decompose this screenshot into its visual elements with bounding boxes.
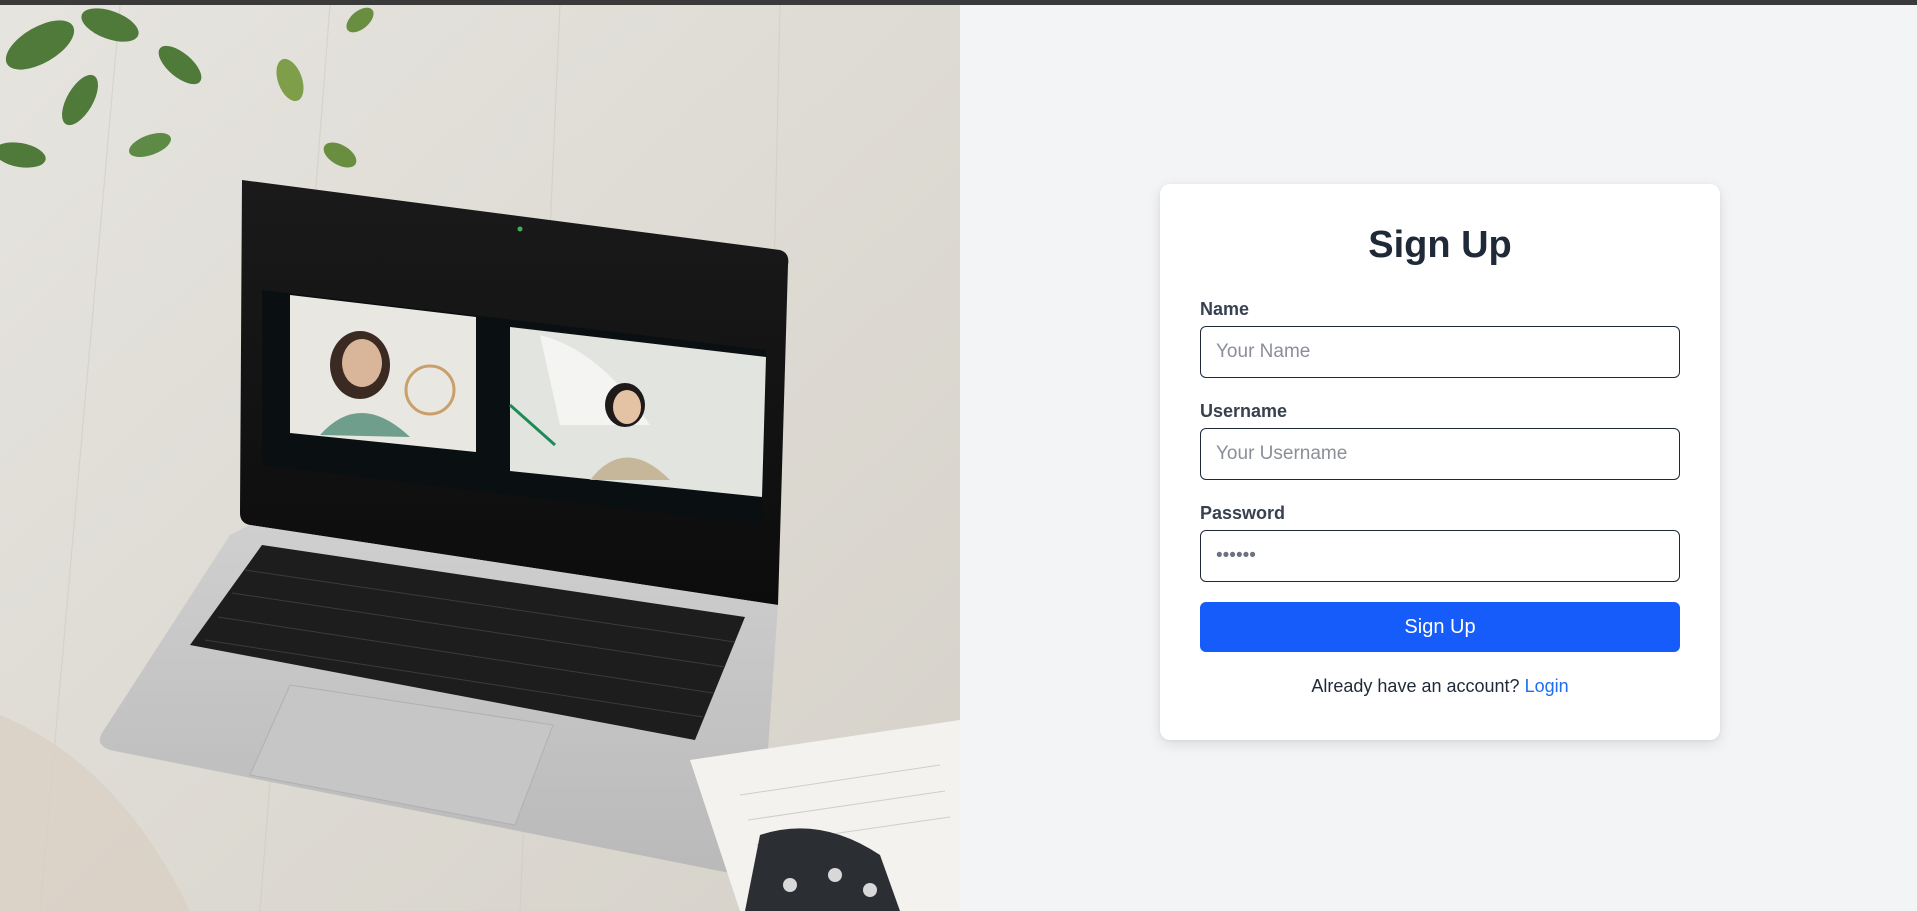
page-title: Sign Up xyxy=(1368,224,1512,266)
login-link[interactable]: Login xyxy=(1525,676,1569,696)
hero-image xyxy=(0,5,960,911)
username-input[interactable] xyxy=(1200,428,1680,480)
name-field-group: Name xyxy=(1200,298,1680,378)
name-input[interactable] xyxy=(1200,326,1680,378)
name-label: Name xyxy=(1200,299,1250,319)
password-input[interactable] xyxy=(1200,530,1680,582)
login-prompt-text: Already have an account? xyxy=(1311,676,1520,696)
username-field-group: Username xyxy=(1200,400,1680,480)
signup-button[interactable]: Sign Up xyxy=(1200,602,1680,652)
password-label: Password xyxy=(1200,503,1286,523)
auth-panel: Sign Up Name Username Password Sign Up A… xyxy=(960,5,1917,911)
username-label: Username xyxy=(1200,401,1288,421)
signup-card: Sign Up Name Username Password Sign Up A… xyxy=(1160,184,1720,740)
login-prompt: Already have an account? Login xyxy=(1200,676,1680,697)
password-field-group: Password xyxy=(1200,502,1680,582)
